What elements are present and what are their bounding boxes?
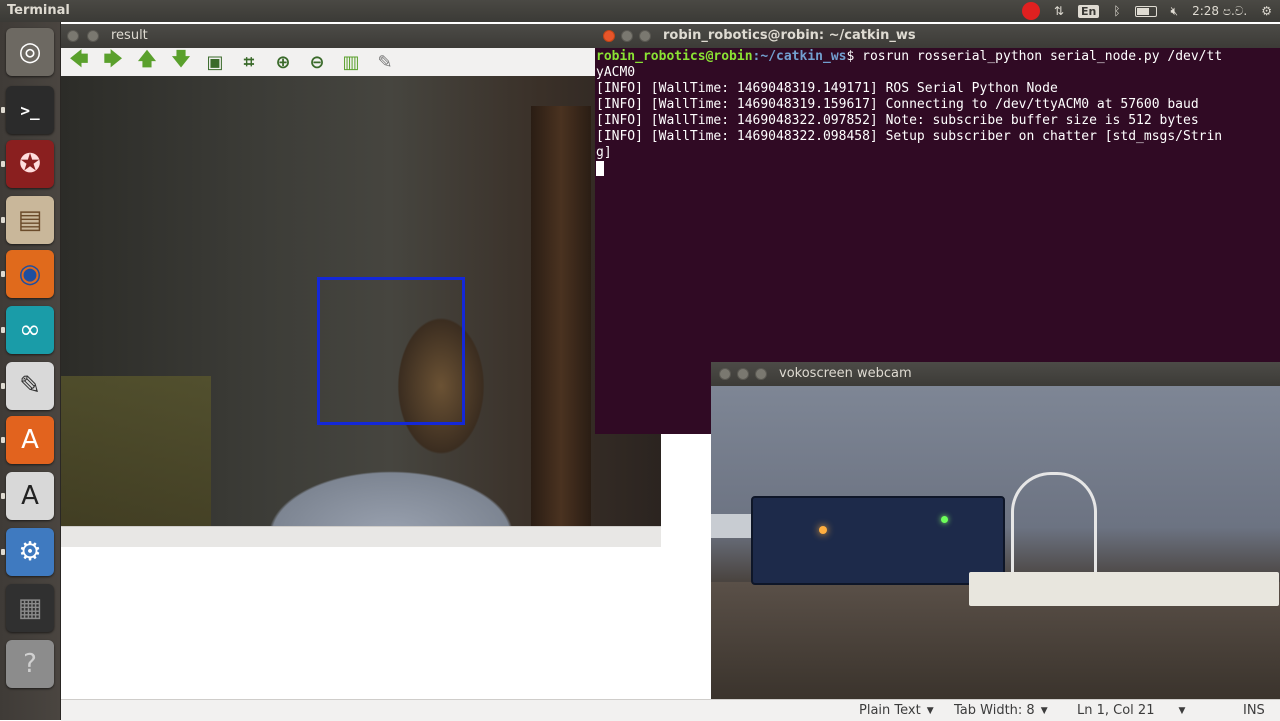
top-panel: Terminal ⇅ En ᛒ 🔇︎ 2:28 ප.ව. ⚙ (0, 0, 1280, 22)
cursor-position-dropdown[interactable]: Ln 1, Col 21 ▼ (1077, 703, 1185, 718)
keyboard-language-indicator[interactable]: En (1077, 4, 1100, 18)
led-wire (1011, 472, 1097, 575)
running-indicator (1, 383, 5, 389)
vokoscreen-titlebar[interactable]: vokoscreen webcam (711, 362, 1280, 386)
vokoscreen-window-title: vokoscreen webcam (779, 366, 912, 381)
unity-launcher: ◎ >_ ✪ ▤ ◉ ∞ ✎ A A ⚙ ▦? (0, 22, 61, 720)
bluetooth-icon[interactable]: ᛒ (1113, 4, 1120, 18)
running-indicator (1, 327, 5, 333)
running-indicator (1, 217, 5, 223)
background-shelf (61, 376, 211, 526)
log-line: [INFO] [WallTime: 1469048322.098458] Set… (596, 129, 1223, 144)
settings-gear-icon[interactable]: ⚙ (1261, 4, 1272, 18)
terminal-titlebar[interactable]: robin_robotics@robin: ~/catkin_ws (595, 24, 1280, 48)
background-door (531, 106, 591, 526)
system-tray: ⇅ En ᛒ 🔇︎ 2:28 ප.ව. ⚙ (1021, 2, 1272, 20)
minimize-button[interactable] (87, 30, 99, 42)
language-mode-label: Plain Text (859, 703, 921, 718)
result-status-bar (61, 526, 661, 547)
terminal-icon[interactable]: >_ (6, 86, 54, 134)
close-button[interactable] (603, 30, 615, 42)
tab-width-label: Tab Width: 8 (954, 703, 1035, 718)
zoom-x1-icon[interactable]: ▣ (203, 51, 227, 73)
arduino-icon[interactable]: ∞ (6, 306, 54, 354)
insert-mode-indicator: INS (1243, 703, 1265, 718)
breadboard (969, 572, 1279, 606)
properties-icon[interactable]: ✎ (373, 51, 397, 73)
chevron-down-icon: ▼ (926, 705, 934, 716)
pan-right-icon[interactable]: 🡆︎ (101, 49, 125, 73)
ros-app-icon[interactable]: ✪ (6, 140, 54, 188)
board-led-green (941, 516, 948, 523)
maximize-button[interactable] (639, 30, 651, 42)
tab-width-dropdown[interactable]: Tab Width: 8 ▼ (954, 703, 1048, 718)
vokoscreen-webcam-window: vokoscreen webcam (711, 362, 1280, 700)
terminal-window-title: robin_robotics@robin: ~/catkin_ws (663, 28, 916, 43)
command-wrap-text: yACM0 (596, 65, 636, 80)
maximize-button[interactable] (755, 368, 767, 380)
workspace-switcher-icon[interactable]: ▦ (6, 584, 54, 632)
zoom-out-icon[interactable]: ⊖ (305, 51, 329, 73)
board-led-amber (819, 526, 827, 534)
log-line: [INFO] [WallTime: 1469048322.097852] Not… (596, 113, 1199, 128)
pan-left-icon[interactable]: 🡄︎ (67, 49, 91, 73)
battery-icon[interactable] (1134, 5, 1157, 17)
running-indicator (1, 271, 5, 277)
pan-up-icon[interactable]: 🡅︎ (135, 49, 159, 73)
files-icon[interactable]: ▤ (6, 196, 54, 244)
webcam-feed (711, 386, 1280, 700)
zoom-fit-icon[interactable]: ⌗ (237, 51, 261, 73)
log-line: g] (596, 145, 612, 160)
record-indicator-icon[interactable] (1021, 2, 1040, 20)
minimize-button[interactable] (737, 368, 749, 380)
cursor-position-label: Ln 1, Col 21 (1077, 703, 1155, 718)
prompt-user: robin_robotics@robin (596, 49, 753, 64)
terminal-cursor (596, 161, 604, 176)
log-line: [INFO] [WallTime: 1469048319.149171] ROS… (596, 81, 1058, 96)
network-icon[interactable]: ⇅ (1054, 4, 1064, 18)
ubuntu-dash-icon[interactable]: ◎ (6, 28, 54, 76)
minimize-button[interactable] (621, 30, 633, 42)
running-indicator (1, 107, 5, 113)
running-indicator (1, 549, 5, 555)
running-indicator (1, 437, 5, 443)
chevron-down-icon: ▼ (1178, 705, 1186, 716)
face-detection-camera-feed (61, 76, 661, 526)
zoom-in-icon[interactable]: ⊕ (271, 51, 295, 73)
text-editor-icon[interactable]: ✎ (6, 362, 54, 410)
save-icon[interactable]: ▥ (339, 51, 363, 73)
volume-icon[interactable]: 🔇︎ (1171, 4, 1179, 19)
image-toolbar: 🡄︎ 🡆︎ 🡅︎ 🡇︎ ▣ ⌗ ⊕ ⊖ ▥ ✎ (61, 48, 661, 77)
editor-status-bar: Plain Text ▼ Tab Width: 8 ▼ Ln 1, Col 21 ▼ … (61, 699, 1280, 721)
language-mode-dropdown[interactable]: Plain Text ▼ (859, 703, 934, 718)
font-viewer-icon[interactable]: A (6, 472, 54, 520)
active-app-title: Terminal (7, 3, 70, 18)
clock[interactable]: 2:28 ප.ව. (1192, 4, 1247, 19)
running-indicator (1, 161, 5, 167)
firefox-icon[interactable]: ◉ (6, 250, 54, 298)
running-indicator (1, 493, 5, 499)
system-settings-icon[interactable]: ⚙ (6, 528, 54, 576)
chevron-down-icon: ▼ (1040, 705, 1048, 716)
result-titlebar[interactable]: result (61, 24, 661, 48)
prompt-path: :~/catkin_ws (752, 49, 847, 64)
result-window: result 🡄︎ 🡆︎ 🡅︎ 🡇︎ ▣ ⌗ ⊕ ⊖ ▥ ✎ (61, 24, 661, 547)
arduino-board (751, 496, 1005, 585)
help-icon[interactable]: ? (6, 640, 54, 688)
software-center-icon[interactable]: A (6, 416, 54, 464)
command-text: $ rosrun rosserial_python serial_node.py… (846, 49, 1223, 64)
pan-down-icon[interactable]: 🡇︎ (169, 49, 193, 73)
close-button[interactable] (67, 30, 79, 42)
face-detection-box (317, 277, 465, 425)
close-button[interactable] (719, 368, 731, 380)
log-line: [INFO] [WallTime: 1469048319.159617] Con… (596, 97, 1199, 112)
result-window-title: result (111, 28, 148, 43)
